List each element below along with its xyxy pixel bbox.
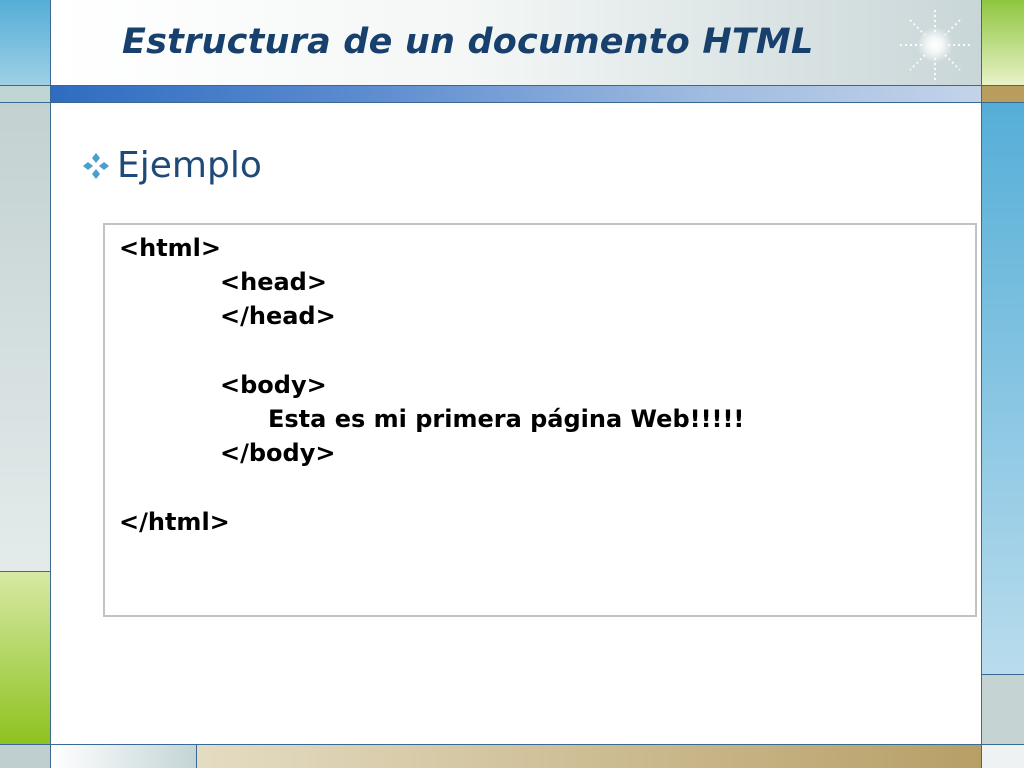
left-accent-strip (0, 86, 50, 102)
code-line-body-content: Esta es mi primera página Web!!!!! (268, 405, 745, 433)
bottom-left-panel (51, 745, 197, 768)
sparkle-icon (900, 10, 970, 80)
right-blue-panel (982, 102, 1024, 674)
frame-line-right (981, 0, 982, 768)
right-green-panel (982, 0, 1024, 86)
left-green-panel (0, 572, 50, 745)
frame-line-left (50, 0, 51, 768)
frame-line-bottom (0, 744, 1024, 745)
bullet-text: Ejemplo (117, 145, 262, 186)
frame-line-top (0, 85, 1024, 86)
left-bottom-panel (0, 745, 50, 768)
left-top-panel (0, 0, 50, 86)
right-lower-panel (982, 675, 1024, 745)
frame-line-right-split (982, 674, 1024, 675)
accent-bar (51, 86, 981, 102)
code-line-body-close: </body> (220, 439, 336, 467)
code-example-box: <html> <head> </head> <body> Esta es mi … (103, 223, 977, 617)
bullet-item: Ejemplo (82, 145, 262, 186)
diamond-bullet-icon (83, 152, 109, 179)
slide-title: Estructura de un documento HTML (122, 22, 814, 62)
right-bottom-panel (982, 745, 1024, 768)
bottom-tan-panel (197, 745, 982, 768)
code-line-html-close: </html> (119, 508, 230, 536)
frame-line-bottom-split (196, 745, 197, 768)
frame-line-left-split (0, 571, 50, 572)
code-line-body-open: <body> (220, 371, 327, 399)
left-middle-panel (0, 102, 50, 572)
right-tan-strip (982, 86, 1024, 102)
code-line-head-open: <head> (220, 268, 327, 296)
frame-line-accent (0, 102, 1024, 103)
code-line-head-close: </head> (220, 302, 336, 330)
code-line-html-open: <html> (119, 234, 222, 262)
